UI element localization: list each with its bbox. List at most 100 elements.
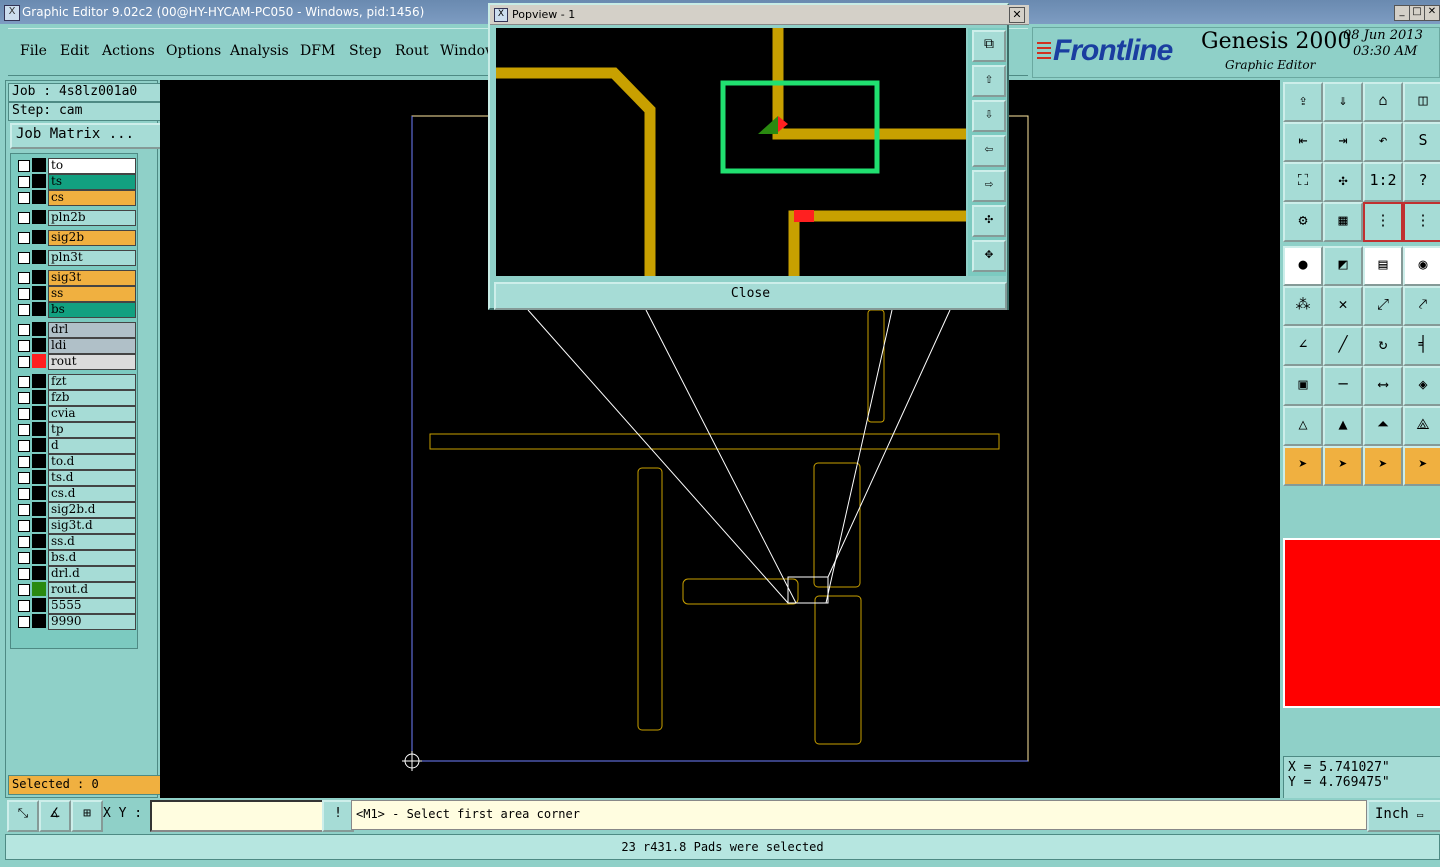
layer-checkbox[interactable]	[18, 568, 30, 580]
split-icon[interactable]: ╡	[1403, 326, 1440, 366]
layer-row[interactable]: ts	[14, 174, 136, 190]
layer-name[interactable]: ldi	[48, 338, 136, 354]
layer-down-icon[interactable]: ⇓	[1323, 82, 1363, 122]
layer-color-swatch[interactable]	[32, 534, 46, 548]
triangle-icon[interactable]: △	[1283, 406, 1323, 446]
grid-snap-icon[interactable]: ⊞	[71, 800, 103, 832]
unit-select[interactable]: Inch ▭	[1367, 800, 1440, 832]
layer-row[interactable]: drl	[14, 322, 136, 338]
layer-row[interactable]: sig2b.d	[14, 502, 136, 518]
layer-row[interactable]: drl.d	[14, 566, 136, 582]
layer-row[interactable]: pln2b	[14, 210, 136, 226]
layer-color-swatch[interactable]	[32, 598, 46, 612]
triangle-move-icon[interactable]: ⟁	[1403, 406, 1440, 446]
popview-pan-up-icon[interactable]: ⇧	[972, 65, 1006, 97]
layer-checkbox[interactable]	[18, 272, 30, 284]
layer-row[interactable]: to	[14, 158, 136, 174]
menu-actions[interactable]: Actions	[102, 43, 155, 59]
layer-row[interactable]: pln3t	[14, 250, 136, 266]
help-icon[interactable]: ?	[1403, 162, 1440, 202]
layer-name[interactable]: sig2b	[48, 230, 136, 246]
arc-icon[interactable]: ↻	[1363, 326, 1403, 366]
measure-icon[interactable]: ⟷	[1363, 366, 1403, 406]
layer-color-swatch[interactable]	[32, 470, 46, 484]
maximize-button[interactable]: □	[1409, 5, 1425, 21]
menu-file[interactable]: File	[20, 43, 47, 59]
layer-checkbox[interactable]	[18, 552, 30, 564]
layer-name[interactable]: fzt	[48, 374, 136, 390]
layer-color-swatch[interactable]	[32, 250, 46, 264]
layer-checkbox[interactable]	[18, 252, 30, 264]
layer-color-swatch[interactable]	[32, 190, 46, 204]
pad-move-icon[interactable]: ▣	[1283, 366, 1323, 406]
layer-row[interactable]: ldi	[14, 338, 136, 354]
popview-zoom-in-icon[interactable]: ✥	[972, 240, 1006, 272]
layer-color-swatch[interactable]	[32, 374, 46, 388]
layer-name[interactable]: pln2b	[48, 210, 136, 226]
layer-checkbox[interactable]	[18, 520, 30, 532]
popview-zoom-out-icon[interactable]: ✣	[972, 205, 1006, 237]
layer-name[interactable]: sig3t	[48, 270, 136, 286]
layer-row[interactable]: sig3t	[14, 270, 136, 286]
diagonal-line-icon[interactable]: ╱	[1323, 326, 1363, 366]
layer-checkbox[interactable]	[18, 440, 30, 452]
add-arrow-icon[interactable]: ⤤	[1403, 286, 1440, 326]
pad-delete-icon[interactable]: ✕	[1323, 286, 1363, 326]
layer-color-swatch[interactable]	[32, 454, 46, 468]
layer-row[interactable]: rout	[14, 354, 136, 370]
layer-name[interactable]: 5555	[48, 598, 136, 614]
layer-row[interactable]: ss.d	[14, 534, 136, 550]
layer-color-swatch[interactable]	[32, 422, 46, 436]
layer-row[interactable]: cs	[14, 190, 136, 206]
layer-color-swatch[interactable]	[32, 566, 46, 580]
layer-checkbox[interactable]	[18, 392, 30, 404]
layer-checkbox[interactable]	[18, 176, 30, 188]
layer-name[interactable]: drl	[48, 322, 136, 338]
layer-color-swatch[interactable]	[32, 286, 46, 300]
zoom-fit-icon[interactable]: ⛶	[1283, 162, 1323, 202]
xy-input[interactable]	[150, 800, 326, 832]
layer-color-swatch[interactable]	[32, 582, 46, 596]
layer-color-swatch[interactable]	[32, 550, 46, 564]
popview-close-icon[interactable]: ✕	[1009, 7, 1025, 23]
pointer-circle-icon[interactable]: ➤	[1363, 446, 1403, 486]
layer-row[interactable]: 5555	[14, 598, 136, 614]
layer-checkbox[interactable]	[18, 600, 30, 612]
layer-row[interactable]: tp	[14, 422, 136, 438]
layer-checkbox[interactable]	[18, 304, 30, 316]
layer-color-swatch[interactable]	[32, 518, 46, 532]
layer-row[interactable]: ss	[14, 286, 136, 302]
menu-analysis[interactable]: Analysis	[230, 43, 289, 59]
layer-color-swatch[interactable]	[32, 502, 46, 516]
layer-color-swatch[interactable]	[32, 174, 46, 188]
layer-checkbox[interactable]	[18, 160, 30, 172]
add-line-icon[interactable]: ⤢	[1363, 286, 1403, 326]
job-matrix-button[interactable]: Job Matrix ...	[10, 123, 162, 149]
pointer-box-icon[interactable]: ➤	[1323, 446, 1363, 486]
layer-checkbox[interactable]	[18, 192, 30, 204]
layer-checkbox[interactable]	[18, 356, 30, 368]
layer-color-swatch[interactable]	[32, 406, 46, 420]
layer-name[interactable]: cvia	[48, 406, 136, 422]
layer-color-swatch[interactable]	[32, 158, 46, 172]
alert-icon[interactable]: !	[322, 800, 354, 832]
layer-row[interactable]: sig3t.d	[14, 518, 136, 534]
scale-1-2-icon[interactable]: 1:2	[1363, 162, 1403, 202]
layer-color-swatch[interactable]	[32, 210, 46, 224]
layer-checkbox[interactable]	[18, 456, 30, 468]
layer-name[interactable]: d	[48, 438, 136, 454]
layer-color-swatch[interactable]	[32, 270, 46, 284]
layer-name[interactable]: sig2b.d	[48, 502, 136, 518]
pad-connect-icon[interactable]: ⁂	[1283, 286, 1323, 326]
layer-checkbox[interactable]	[18, 584, 30, 596]
layer-row[interactable]: d	[14, 438, 136, 454]
layer-checkbox[interactable]	[18, 376, 30, 388]
menu-dfm[interactable]: DFM	[300, 43, 335, 59]
grid-icon[interactable]: ▦	[1323, 202, 1363, 242]
layer-name[interactable]: cs	[48, 190, 136, 206]
layer-color-swatch[interactable]	[32, 354, 46, 368]
popview-zoom-fit-icon[interactable]: ⧉	[972, 30, 1006, 62]
layer-name[interactable]: to.d	[48, 454, 136, 470]
layer-name[interactable]: ts	[48, 174, 136, 190]
close-window-button[interactable]: ✕	[1424, 5, 1440, 21]
